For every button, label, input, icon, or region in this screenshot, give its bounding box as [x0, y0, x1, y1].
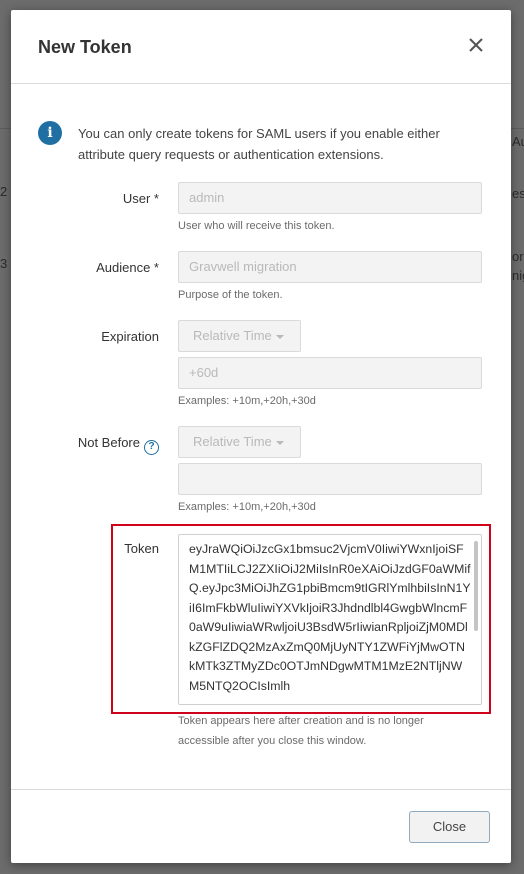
not-before-label: Not Before — [77, 435, 140, 450]
not-before-help: Examples: +10m,+20h,+30d — [178, 501, 316, 513]
info-icon: i — [38, 121, 62, 145]
expiration-label: Expiration — [101, 329, 159, 344]
expiration-input[interactable]: +60d — [178, 357, 482, 389]
token-scrollbar[interactable] — [474, 541, 478, 631]
modal-title: New Token — [38, 37, 132, 57]
background-fragment: 3 — [0, 256, 8, 271]
not-before-input[interactable] — [178, 463, 482, 495]
question-circle-icon[interactable]: ? — [144, 440, 159, 455]
token-label: Token — [124, 541, 159, 556]
info-text: You can only create tokens for SAML user… — [78, 126, 440, 162]
caret-down-icon — [275, 334, 284, 339]
user-help: User who will receive this token. — [178, 220, 335, 232]
audience-input[interactable]: Gravwell migration — [178, 251, 482, 283]
background-fragment: 2 — [0, 184, 8, 199]
user-label: User * — [122, 191, 159, 206]
not-before-label-row: Not Before? — [11, 435, 159, 455]
footer-divider — [11, 789, 511, 790]
background-fragment: or — [512, 249, 524, 264]
expiration-help: Examples: +10m,+20h,+30d — [178, 395, 316, 407]
modal-header: New Token — [11, 10, 511, 84]
new-token-modal: New Token i You can only create tokens f… — [11, 10, 511, 863]
background-fragment: nig — [512, 268, 524, 283]
token-help: Token appears here after creation and is… — [178, 715, 424, 747]
expiration-mode-dropdown[interactable]: Relative Time — [178, 320, 301, 352]
audience-help: Purpose of the token. — [178, 289, 283, 301]
token-value: eyJraWQiOiJzcGx1bmsuc2VjcmV0IiwiYWxnIjoi… — [189, 542, 471, 693]
background-fragment: Au — [512, 134, 524, 149]
user-input[interactable]: admin — [178, 182, 482, 214]
token-textarea[interactable]: eyJraWQiOiJzcGx1bmsuc2VjcmV0IiwiYWxnIjoi… — [178, 534, 482, 705]
not-before-mode-dropdown[interactable]: Relative Time — [178, 426, 301, 458]
background-fragment: est — [512, 186, 524, 201]
caret-down-icon — [275, 440, 284, 445]
close-button[interactable]: Close — [409, 811, 490, 843]
expiration-mode-value: Relative Time — [193, 328, 272, 343]
audience-label: Audience * — [96, 260, 159, 275]
close-icon[interactable] — [467, 36, 485, 54]
not-before-mode-value: Relative Time — [193, 434, 272, 449]
